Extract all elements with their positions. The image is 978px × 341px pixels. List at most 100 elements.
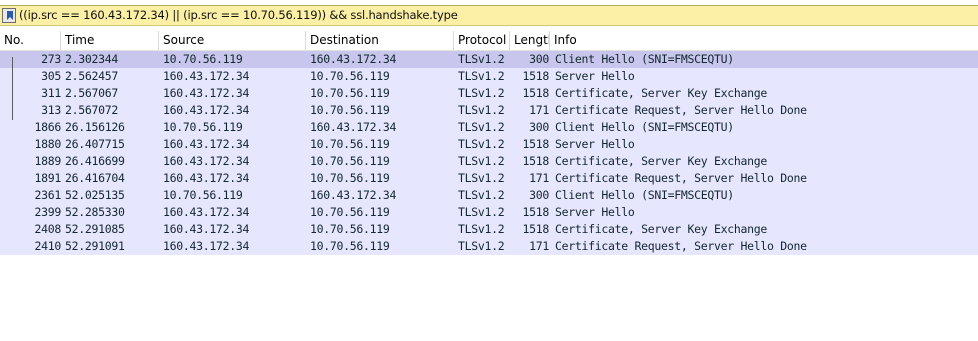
packet-list: 273 2.302344 10.70.56.119 160.43.172.34 TLSv…: [0, 51, 978, 255]
packet-info: Client Hello (SNI=FMSCEQTU): [555, 188, 734, 202]
packet-destination: 10.70.56.119: [310, 171, 390, 185]
related-packets-line: [12, 57, 13, 120]
packet-list-header: No. Time Source Destination Protocol Len…: [0, 31, 978, 51]
packet-row[interactable]: 1866 26.156126 10.70.56.119 160.43.172.34 TL…: [0, 119, 978, 136]
packet-number: 2399: [34, 205, 62, 219]
packet-time: 26.416699: [65, 154, 125, 168]
column-header-protocol[interactable]: Protocol: [454, 31, 510, 50]
packet-source: 10.70.56.119: [163, 120, 243, 134]
packet-source: 160.43.172.34: [163, 205, 250, 219]
packet-destination: 160.43.172.34: [310, 188, 397, 202]
packet-protocol: TLSv1.2: [458, 154, 505, 168]
packet-protocol: TLSv1.2: [458, 52, 505, 66]
packet-info: Server Hello: [555, 69, 635, 83]
packet-destination: 10.70.56.119: [310, 137, 390, 151]
packet-length: 1518: [522, 222, 550, 236]
packet-source: 10.70.56.119: [163, 52, 243, 66]
packet-number: 1889: [34, 154, 62, 168]
packet-number: 1891: [34, 171, 62, 185]
packet-protocol: TLSv1.2: [458, 222, 505, 236]
packet-info: Certificate, Server Key Exchange: [555, 154, 767, 168]
packet-length: 1518: [522, 69, 550, 83]
packet-time: 52.285330: [65, 205, 125, 219]
column-header-source[interactable]: Source: [159, 31, 306, 50]
packet-source: 160.43.172.34: [163, 137, 250, 151]
packet-number: 2408: [34, 222, 62, 236]
packet-length: 300: [529, 188, 549, 202]
packet-number: 1880: [34, 137, 62, 151]
packet-destination: 10.70.56.119: [310, 103, 390, 117]
packet-protocol: TLSv1.2: [458, 188, 505, 202]
packet-destination: 10.70.56.119: [310, 239, 390, 253]
packet-row[interactable]: 2361 52.025135 10.70.56.119 160.43.172.34 TL…: [0, 187, 978, 204]
packet-row[interactable]: 311 2.567067 160.43.172.34 10.70.56.119 TLSv…: [0, 85, 978, 102]
packet-source: 160.43.172.34: [163, 239, 250, 253]
packet-length: 300: [529, 52, 549, 66]
packet-source: 10.70.56.119: [163, 188, 243, 202]
column-header-time[interactable]: Time: [61, 31, 159, 50]
display-filter-input[interactable]: ((ip.src == 160.43.172.34) || (ip.src ==…: [19, 6, 458, 25]
packet-time: 26.156126: [65, 120, 125, 134]
packet-protocol: TLSv1.2: [458, 137, 505, 151]
packet-destination: 10.70.56.119: [310, 205, 390, 219]
packet-length: 1518: [522, 205, 550, 219]
packet-destination: 160.43.172.34: [310, 52, 397, 66]
packet-time: 52.291091: [65, 239, 125, 253]
packet-length: 1518: [522, 137, 550, 151]
packet-info: Certificate Request, Server Hello Done: [555, 171, 807, 185]
display-filter-bar: ((ip.src == 160.43.172.34) || (ip.src ==…: [0, 5, 978, 26]
packet-row[interactable]: 2399 52.285330 160.43.172.34 10.70.56.119 TL…: [0, 204, 978, 221]
packet-row[interactable]: 1889 26.416699 160.43.172.34 10.70.56.119 TL…: [0, 153, 978, 170]
packet-protocol: TLSv1.2: [458, 69, 505, 83]
packet-length: 300: [529, 120, 549, 134]
packet-info: Server Hello: [555, 205, 635, 219]
packet-number: 2361: [34, 188, 62, 202]
packet-number: 2410: [34, 239, 62, 253]
packet-length: 171: [529, 239, 549, 253]
packet-row[interactable]: 1891 26.416704 160.43.172.34 10.70.56.119 TL…: [0, 170, 978, 187]
packet-time: 52.025135: [65, 188, 125, 202]
packet-number: 311: [41, 86, 61, 100]
packet-time: 52.291085: [65, 222, 125, 236]
packet-protocol: TLSv1.2: [458, 103, 505, 117]
packet-row[interactable]: 1880 26.407715 160.43.172.34 10.70.56.119 TL…: [0, 136, 978, 153]
packet-protocol: TLSv1.2: [458, 171, 505, 185]
column-header-no[interactable]: No.: [0, 31, 61, 50]
packet-info: Certificate Request, Server Hello Done: [555, 103, 807, 117]
packet-time: 26.407715: [65, 137, 125, 151]
column-header-length[interactable]: Length: [510, 31, 550, 50]
packet-destination: 160.43.172.34: [310, 120, 397, 134]
packet-info: Certificate, Server Key Exchange: [555, 86, 767, 100]
packet-row[interactable]: 313 2.567072 160.43.172.34 10.70.56.119 TLSv…: [0, 102, 978, 119]
packet-source: 160.43.172.34: [163, 69, 250, 83]
packet-number: 273: [41, 52, 61, 66]
packet-protocol: TLSv1.2: [458, 205, 505, 219]
packet-number: 313: [41, 103, 61, 117]
packet-info: Client Hello (SNI=FMSCEQTU): [555, 52, 734, 66]
packet-time: 2.567067: [65, 86, 118, 100]
packet-source: 160.43.172.34: [163, 222, 250, 236]
packet-length: 171: [529, 103, 549, 117]
packet-time: 2.567072: [65, 103, 118, 117]
packet-row[interactable]: 273 2.302344 10.70.56.119 160.43.172.34 TLSv…: [0, 51, 978, 68]
packet-protocol: TLSv1.2: [458, 120, 505, 134]
bookmark-ribbon: [7, 11, 13, 20]
packet-row[interactable]: 2410 52.291091 160.43.172.34 10.70.56.119 TL…: [0, 238, 978, 255]
packet-row[interactable]: 2408 52.291085 160.43.172.34 10.70.56.119 TL…: [0, 221, 978, 238]
packet-length: 171: [529, 171, 549, 185]
packet-destination: 10.70.56.119: [310, 86, 390, 100]
packet-time: 2.562457: [65, 69, 118, 83]
column-header-destination[interactable]: Destination: [306, 31, 454, 50]
packet-source: 160.43.172.34: [163, 86, 250, 100]
packet-source: 160.43.172.34: [163, 154, 250, 168]
packet-number: 1866: [34, 120, 62, 134]
filter-bookmark-icon[interactable]: [2, 8, 16, 23]
packet-info: Client Hello (SNI=FMSCEQTU): [555, 120, 734, 134]
packet-destination: 10.70.56.119: [310, 69, 390, 83]
packet-protocol: TLSv1.2: [458, 239, 505, 253]
packet-source: 160.43.172.34: [163, 103, 250, 117]
column-header-info[interactable]: Info: [550, 31, 978, 50]
packet-source: 160.43.172.34: [163, 171, 250, 185]
packet-length: 1518: [522, 154, 550, 168]
packet-row[interactable]: 305 2.562457 160.43.172.34 10.70.56.119 TLSv…: [0, 68, 978, 85]
